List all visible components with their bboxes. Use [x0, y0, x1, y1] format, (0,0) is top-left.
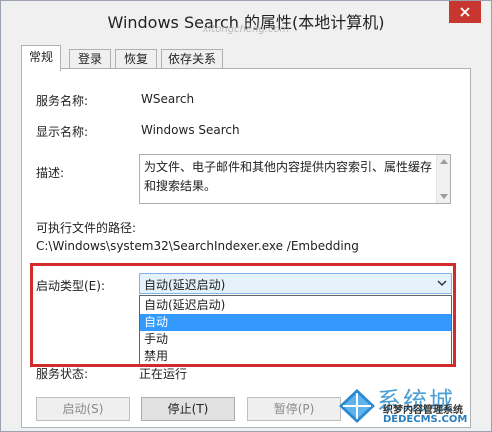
exec-path-value: C:\Windows\system32\SearchIndexer.exe /E…: [36, 239, 359, 253]
pause-button[interactable]: 暂停(P): [247, 397, 341, 421]
start-button[interactable]: 启动(S): [36, 397, 130, 421]
tab-recovery[interactable]: 恢复: [115, 49, 157, 70]
title-watermark-text: xitongcheng.com: [202, 24, 290, 35]
service-name-label: 服务名称:: [36, 94, 89, 108]
description-label: 描述:: [36, 166, 65, 180]
stop-button[interactable]: 停止(T): [141, 397, 235, 421]
close-button[interactable]: [449, 1, 481, 23]
display-name-value: Windows Search: [141, 123, 240, 137]
description-textbox[interactable]: 为文件、电子邮件和其他内容提供内容索引、属性缓存和搜索结果。: [139, 154, 451, 204]
description-text: 为文件、电子邮件和其他内容提供内容索引、属性缓存和搜索结果。: [144, 160, 433, 193]
service-status-value: 正在运行: [139, 367, 188, 381]
description-scrollbar[interactable]: [436, 155, 450, 203]
display-name-label: 显示名称:: [36, 125, 89, 139]
title-bar[interactable]: Windows Search 的属性(本地计算机) xitongcheng.co…: [1, 1, 491, 39]
site-watermark: 系统城 织梦内容管理系统 DEDECMS.COM: [337, 381, 487, 431]
service-status-label: 服务状态:: [36, 367, 89, 381]
exec-path-label: 可执行文件的路径:: [36, 221, 137, 235]
windows-logo-icon: [339, 389, 375, 423]
scroll-down-arrow-icon[interactable]: [440, 194, 448, 199]
service-name-value: WSearch: [141, 92, 195, 106]
scroll-up-arrow-icon[interactable]: [440, 159, 448, 164]
tab-general[interactable]: 常规: [21, 45, 61, 71]
watermark-site-url: DEDECMS.COM: [383, 414, 468, 425]
close-icon: [460, 7, 470, 17]
annotation-highlight-box: [30, 263, 456, 367]
tab-logon[interactable]: 登录: [69, 49, 111, 70]
properties-window: Windows Search 的属性(本地计算机) xitongcheng.co…: [0, 0, 492, 432]
tab-dependencies[interactable]: 依存关系: [161, 49, 223, 70]
